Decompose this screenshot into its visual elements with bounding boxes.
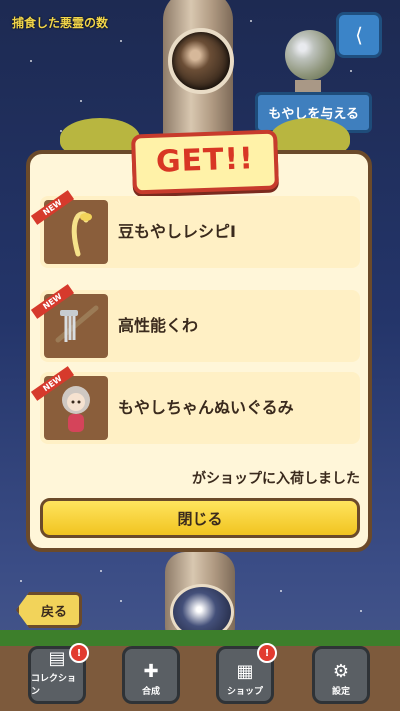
defeated-count-label: 捕食した悪霊の数 (12, 16, 109, 30)
share-icon: ⟨ (355, 23, 363, 47)
reward-item: NEW 高性能くわ (30, 284, 360, 362)
nav-shop-button[interactable]: ▦ ショップ ! (216, 643, 277, 704)
nav-settings-button[interactable]: ⚙ 設定 (312, 646, 370, 704)
share-button[interactable]: ⟨ (336, 12, 382, 58)
top-porthole-window (168, 28, 234, 94)
reward-item-name: もやしちゃんぬいぐるみ (118, 398, 294, 417)
close-button[interactable]: 閉じる (40, 498, 360, 538)
reward-item: NEW もやしちゃんぬいぐるみ (30, 366, 360, 444)
grass-strip (0, 630, 400, 646)
back-button[interactable]: 戻る (16, 592, 82, 628)
nav-compose-button[interactable]: ✚ 合成 (122, 646, 180, 704)
floating-bubble (285, 30, 335, 80)
nav-compose-label: 合成 (141, 687, 160, 697)
alert-badge: ! (69, 643, 89, 663)
gear-icon: ⚙ (332, 661, 350, 682)
nav-collection-label: コレクション (31, 674, 77, 697)
shop-restock-notice: がショップに入荷しました (192, 471, 360, 487)
collection-icon: ▤ (48, 648, 66, 669)
nav-settings-label: 設定 (331, 687, 350, 697)
reward-item-name: 高性能くわ (118, 316, 199, 335)
alert-badge: ! (257, 643, 277, 663)
nav-shop-label: ショップ (226, 687, 263, 697)
shop-icon: ▦ (236, 661, 254, 682)
get-title-badge: GET!! (130, 129, 280, 195)
reward-item: NEW 豆もやしレシピI (30, 190, 360, 268)
compose-icon: ✚ (143, 661, 159, 682)
nav-collection-button[interactable]: ▤ コレクション ! (28, 643, 89, 704)
reward-item-name: 豆もやしレシピI (118, 222, 236, 241)
